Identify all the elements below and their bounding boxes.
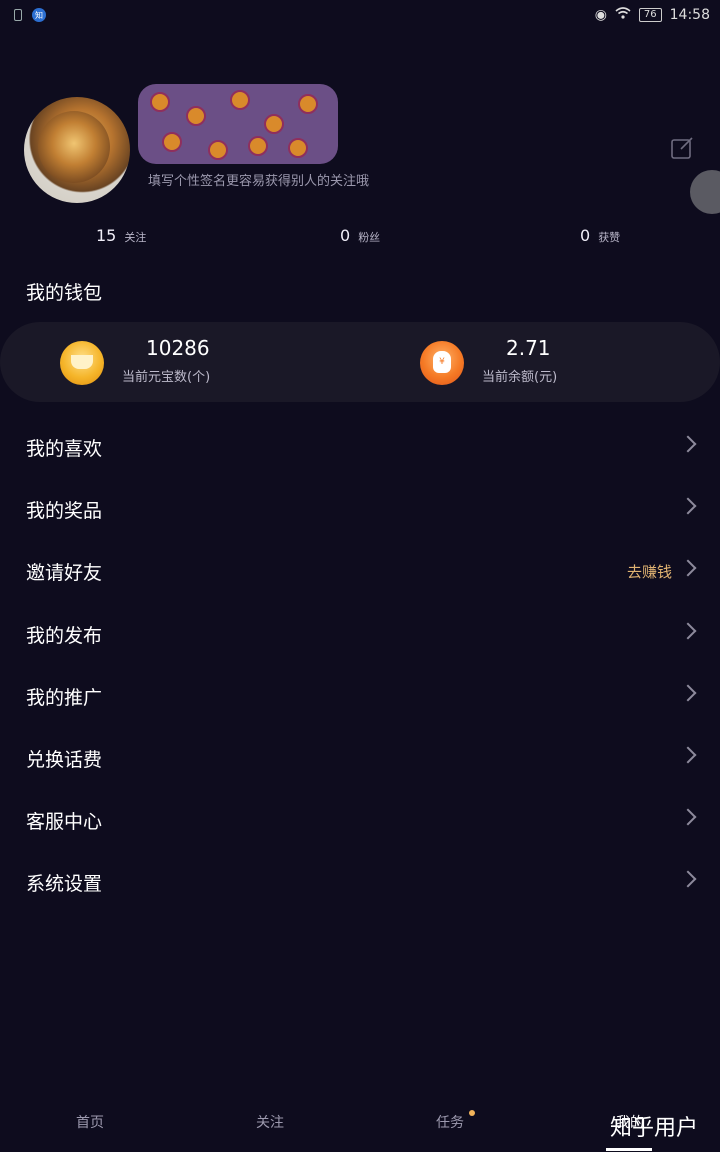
watermark: 知乎用户 [610, 1116, 699, 1141]
app-notification-icon: 知 [32, 8, 46, 22]
menu-list: 我的喜欢 我的奖品 邀请好友 去赚钱 我的发布 我的推广 兑换话费 客服中心 系… [0, 416, 720, 914]
floating-handle[interactable] [690, 170, 720, 214]
menu-item-label: 客服中心 [26, 811, 103, 834]
chevron-right-icon [679, 497, 697, 515]
money-bag-mark: ¥ [439, 357, 445, 367]
menu-item-label: 邀请好友 [26, 562, 103, 585]
wallet-ingots[interactable]: 10286 当前元宝数(个) [0, 322, 360, 402]
wallet-balance[interactable]: ¥ 2.71 当前余额(元) [360, 322, 720, 402]
stat-label: 粉丝 [358, 231, 381, 244]
earn-money-link[interactable]: 去赚钱 [627, 561, 672, 582]
menu-item-recharge[interactable]: 兑换话费 [0, 727, 720, 789]
chevron-right-icon [679, 559, 697, 577]
chevron-right-icon [679, 746, 697, 764]
ingot-label: 当前元宝数(个) [122, 370, 211, 385]
stat-label: 获赞 [598, 231, 621, 244]
edit-profile-icon[interactable] [670, 136, 694, 160]
chevron-right-icon [679, 435, 697, 453]
wallet-card: 10286 当前元宝数(个) ¥ 2.71 当前余额(元) [0, 322, 720, 402]
tab-following[interactable]: 关注 [256, 1112, 284, 1132]
menu-item-posts[interactable]: 我的发布 [0, 603, 720, 665]
chevron-right-icon [679, 808, 697, 826]
status-time: 14:58 [669, 7, 710, 23]
chevron-right-icon [679, 622, 697, 640]
menu-item-settings[interactable]: 系统设置 [0, 851, 720, 913]
tab-home[interactable]: 首页 [76, 1112, 104, 1132]
battery-icon: 76 [638, 8, 662, 22]
balance-label: 当前余额(元) [482, 370, 558, 385]
bio-text[interactable]: 填写个性签名更容易获得别人的关注哦 [148, 170, 369, 189]
status-bar: 知 ◉ 76 14:58 [0, 0, 720, 32]
tab-active-indicator [606, 1148, 652, 1151]
menu-item-invite[interactable]: 邀请好友 去赚钱 [0, 540, 720, 602]
stat-following[interactable]: 15 关注 [96, 226, 146, 245]
notification-icon [14, 9, 22, 21]
stat-value: 0 [340, 226, 351, 245]
balance-amount: 2.71 [506, 336, 551, 360]
profile-stats: 15 关注 0 粉丝 0 获赞 [0, 226, 720, 250]
menu-item-label: 系统设置 [26, 873, 103, 896]
stat-label: 关注 [124, 231, 147, 244]
chevron-right-icon [679, 684, 697, 702]
menu-item-label: 我的推广 [26, 686, 103, 709]
wifi-icon [615, 7, 631, 23]
stat-likes[interactable]: 0 获赞 [580, 226, 620, 245]
menu-item-promotion[interactable]: 我的推广 [0, 665, 720, 727]
menu-item-label: 我的喜欢 [26, 438, 103, 460]
menu-item-label: 我的发布 [26, 624, 103, 647]
tab-tasks-badge [469, 1110, 475, 1116]
wallet-title: 我的钱包 [26, 282, 103, 304]
avatar[interactable] [24, 97, 130, 203]
ingot-count: 10286 [146, 336, 210, 360]
stat-value: 15 [96, 226, 117, 245]
avatar-image [38, 111, 110, 183]
stat-value: 0 [580, 226, 591, 245]
chevron-right-icon [679, 870, 697, 888]
username-redacted [138, 84, 338, 164]
menu-item-prizes[interactable]: 我的奖品 [0, 478, 720, 540]
menu-item-label: 我的奖品 [26, 500, 103, 523]
money-bag-icon: ¥ [420, 341, 464, 385]
stat-followers[interactable]: 0 粉丝 [340, 226, 380, 245]
eye-icon: ◉ [594, 7, 607, 23]
menu-item-support[interactable]: 客服中心 [0, 789, 720, 851]
menu-item-likes[interactable]: 我的喜欢 [0, 416, 720, 478]
tab-tasks[interactable]: 任务 [436, 1112, 464, 1132]
menu-item-label: 兑换话费 [26, 748, 103, 771]
ingot-icon [60, 341, 104, 385]
